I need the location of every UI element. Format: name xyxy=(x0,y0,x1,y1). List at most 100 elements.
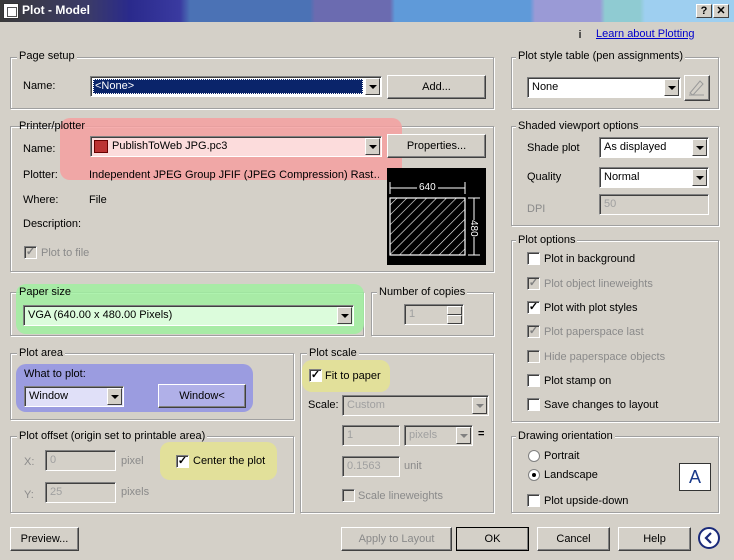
dpi-field[interactable]: 50 xyxy=(599,194,709,215)
spin-up-icon[interactable] xyxy=(447,306,462,315)
plot-to-file-label: Plot to file xyxy=(41,247,90,259)
plot-stamp-on-checkbox[interactable] xyxy=(527,374,540,387)
help-button[interactable]: Help xyxy=(618,527,691,551)
window-title: Plot - Model xyxy=(22,3,90,17)
offset-y-unit: pixels xyxy=(121,486,150,498)
plot-object-lineweights-checkbox[interactable]: ✓ xyxy=(527,277,540,290)
copies-spinner[interactable]: 1 xyxy=(404,304,464,325)
scale-denominator-value: 0.1563 xyxy=(347,460,381,472)
save-changes-checkbox[interactable] xyxy=(527,398,540,411)
upside-down-checkbox[interactable] xyxy=(527,494,540,507)
scale-lineweights-checkbox[interactable] xyxy=(342,489,355,502)
chevron-down-icon[interactable] xyxy=(664,79,679,96)
quality-value: Normal xyxy=(604,171,640,183)
portrait-radio[interactable] xyxy=(528,450,540,462)
expand-options-button[interactable] xyxy=(698,527,720,549)
shade-plot-value: As displayed xyxy=(604,141,667,153)
scale-numerator-field[interactable]: 1 xyxy=(342,425,400,446)
close-button[interactable]: ✕ xyxy=(713,4,729,18)
chevron-left-icon xyxy=(704,532,712,544)
fit-to-paper-checkbox[interactable]: ✓ xyxy=(309,369,322,382)
preview-width: 640 xyxy=(417,182,438,193)
offset-x-value: 0 xyxy=(50,454,57,466)
what-to-plot-combo[interactable]: Window xyxy=(24,386,124,407)
chevron-down-icon[interactable] xyxy=(365,138,380,155)
center-plot-checkbox[interactable]: ✓ xyxy=(176,455,189,468)
hide-paperspace-objects-label: Hide paperspace objects xyxy=(544,351,666,363)
chevron-down-icon[interactable] xyxy=(692,169,707,186)
paper-preview: 640 480 xyxy=(387,168,486,265)
cancel-button[interactable]: Cancel xyxy=(537,527,610,551)
printer-name-value: PublishToWeb JPG.pc3 xyxy=(112,140,228,152)
plot-scale-label: Plot scale xyxy=(307,347,359,359)
page-setup-name-value: <None> xyxy=(95,80,135,92)
offset-y-field[interactable]: 25 xyxy=(45,482,116,503)
chevron-down-icon[interactable] xyxy=(337,307,352,324)
landscape-radio[interactable] xyxy=(528,469,540,481)
preview-height: 480 xyxy=(468,220,479,237)
title-bar[interactable] xyxy=(0,0,734,22)
chevron-down-icon[interactable] xyxy=(365,78,380,95)
quality-combo[interactable]: Normal xyxy=(599,167,709,188)
info-icon: i xyxy=(578,29,582,41)
quality-label: Quality xyxy=(527,171,562,183)
printer-label: Printer/plotter xyxy=(19,120,86,132)
printer-name-combo[interactable]: PublishToWeb JPG.pc3 xyxy=(90,136,382,157)
window-select-button[interactable]: Window< xyxy=(158,384,246,408)
orientation-label: Drawing orientation xyxy=(516,430,615,442)
help-title-button[interactable]: ? xyxy=(696,4,712,18)
plot-offset-label: Plot offset (origin set to printable are… xyxy=(17,430,208,442)
chevron-down-icon[interactable] xyxy=(692,139,707,156)
plot-stamp-on-label: Plot stamp on xyxy=(544,375,612,387)
orientation-preview-icon: A xyxy=(679,463,711,491)
plot-to-file-checkbox[interactable]: ✓ xyxy=(24,246,37,259)
plot-in-background-checkbox[interactable] xyxy=(527,252,540,265)
preview-button[interactable]: Preview... xyxy=(10,527,79,551)
plot-style-table-label: Plot style table (pen assignments) xyxy=(516,50,686,62)
offset-x-field[interactable]: 0 xyxy=(45,450,116,471)
scale-combo[interactable]: Custom xyxy=(342,395,489,416)
plotter-value: Independent JPEG Group JFIF (JPEG Compre… xyxy=(89,169,379,181)
offset-y-label: Y: xyxy=(24,489,34,501)
copies-label: Number of copies xyxy=(377,286,468,298)
plot-paperspace-last-checkbox[interactable]: ✓ xyxy=(527,325,540,338)
plotter-label: Plotter: xyxy=(23,169,58,181)
page-setup-name-label: Name: xyxy=(23,80,56,92)
edit-plot-style-button[interactable] xyxy=(684,75,710,101)
spin-down-icon[interactable] xyxy=(447,315,462,324)
offset-y-value: 25 xyxy=(50,486,63,498)
shade-plot-label: Shade plot xyxy=(527,142,580,154)
equals-sign: = xyxy=(478,428,485,440)
plot-options-label: Plot options xyxy=(516,234,578,246)
where-label: Where: xyxy=(23,194,59,206)
plot-with-plot-styles-checkbox[interactable]: ✓ xyxy=(527,301,540,314)
add-button[interactable]: Add... xyxy=(387,75,486,99)
properties-button[interactable]: Properties... xyxy=(387,134,486,158)
apply-to-layout-button[interactable]: Apply to Layout xyxy=(341,527,452,551)
chevron-down-icon[interactable] xyxy=(456,427,471,444)
plot-style-table-combo[interactable]: None xyxy=(527,77,681,98)
scale-unit-combo[interactable]: pixels xyxy=(404,425,473,446)
shaded-viewport-label: Shaded viewport options xyxy=(516,120,641,132)
printer-name-label: Name: xyxy=(23,143,56,155)
learn-about-plotting-link[interactable]: Learn about Plotting xyxy=(596,28,694,40)
ok-button[interactable]: OK xyxy=(456,527,529,551)
scale-denominator-field[interactable]: 0.1563 xyxy=(342,456,400,477)
plot-style-table-value: None xyxy=(532,81,559,93)
offset-x-label: X: xyxy=(24,456,35,468)
chevron-down-icon[interactable] xyxy=(107,388,122,405)
app-icon xyxy=(3,3,19,19)
paper-size-combo[interactable]: VGA (640.00 x 480.00 Pixels) xyxy=(23,305,354,326)
plot-paperspace-last-label: Plot paperspace last xyxy=(544,326,644,338)
paper-size-value: VGA (640.00 x 480.00 Pixels) xyxy=(28,309,173,321)
paper-size-label: Paper size xyxy=(19,286,71,298)
scale-numerator-value: 1 xyxy=(347,429,354,441)
page-setup-name-combo[interactable]: <None> xyxy=(90,76,382,97)
what-to-plot-value: Window xyxy=(29,390,69,402)
portrait-label: Portrait xyxy=(544,450,580,462)
chevron-down-icon[interactable] xyxy=(472,397,487,414)
hide-paperspace-objects-checkbox[interactable] xyxy=(527,350,540,363)
scale-label: Scale: xyxy=(308,399,339,411)
scale-value: Custom xyxy=(347,399,385,411)
shade-plot-combo[interactable]: As displayed xyxy=(599,137,709,158)
